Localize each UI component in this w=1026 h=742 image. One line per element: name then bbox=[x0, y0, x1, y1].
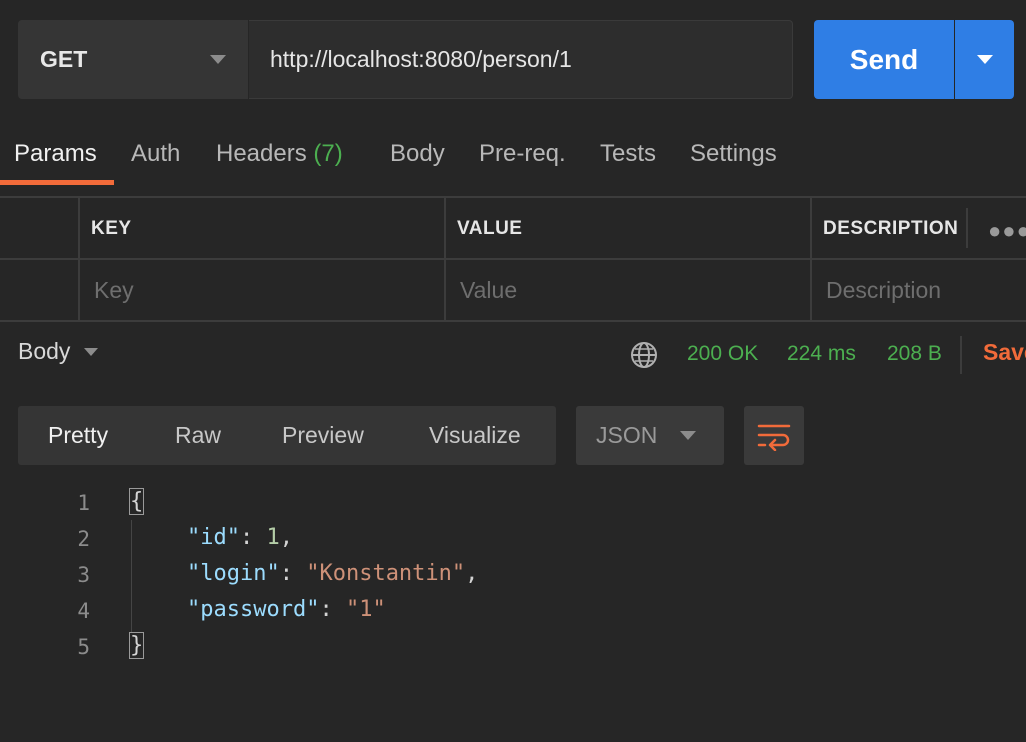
code-line-3[interactable]: "login": "Konstantin", bbox=[187, 561, 478, 586]
description-input[interactable]: Description bbox=[826, 277, 941, 304]
tab-pretty[interactable]: Pretty bbox=[48, 406, 108, 465]
view-mode-tabs: Pretty Raw Preview Visualize bbox=[18, 406, 556, 465]
response-body-dropdown[interactable]: Body bbox=[18, 338, 99, 365]
line-number: 1 bbox=[77, 491, 90, 515]
line-number: 5 bbox=[77, 635, 90, 659]
active-tab-indicator bbox=[0, 180, 114, 185]
status-code[interactable]: 200 OK bbox=[687, 342, 758, 366]
method-select[interactable]: GET bbox=[18, 20, 248, 99]
key-input[interactable]: Key bbox=[94, 277, 134, 304]
response-time[interactable]: 224 ms bbox=[787, 342, 856, 366]
code-line-1[interactable]: { bbox=[128, 488, 145, 515]
column-divider bbox=[810, 196, 812, 322]
response-size[interactable]: 208 B bbox=[887, 342, 942, 366]
format-label: JSON bbox=[596, 422, 658, 448]
chevron-down-icon bbox=[84, 347, 99, 356]
save-response-button[interactable]: Save bbox=[983, 339, 1026, 366]
headers-count-badge: (7) bbox=[313, 140, 343, 167]
toolbar-divider bbox=[960, 336, 962, 374]
column-header-value: VALUE bbox=[457, 218, 523, 239]
chevron-down-icon bbox=[976, 55, 993, 64]
close-brace: } bbox=[128, 632, 145, 659]
method-label: GET bbox=[40, 46, 88, 72]
column-divider bbox=[444, 196, 446, 322]
wrap-lines-icon bbox=[757, 424, 791, 451]
send-options-button[interactable] bbox=[955, 20, 1014, 99]
column-header-key: KEY bbox=[91, 218, 132, 239]
json-value: "Konstantin" bbox=[306, 561, 466, 586]
tab-prereq[interactable]: Pre-req. bbox=[479, 128, 566, 186]
line-number: 3 bbox=[77, 563, 90, 587]
column-divider bbox=[966, 208, 968, 248]
open-brace: { bbox=[128, 488, 145, 515]
code-line-4[interactable]: "password": "1" bbox=[187, 597, 386, 622]
table-divider bbox=[0, 258, 1026, 260]
tab-auth[interactable]: Auth bbox=[131, 128, 180, 186]
wrap-lines-button[interactable] bbox=[744, 406, 804, 465]
json-value: 1 bbox=[266, 525, 280, 550]
globe-icon[interactable] bbox=[629, 340, 659, 370]
json-value: "1" bbox=[345, 597, 386, 622]
format-select[interactable]: JSON bbox=[576, 406, 724, 465]
tab-headers-label: Headers bbox=[216, 140, 307, 167]
url-input[interactable]: http://localhost:8080/person/1 bbox=[249, 20, 793, 99]
line-number: 4 bbox=[77, 599, 90, 623]
value-input[interactable]: Value bbox=[460, 277, 517, 304]
chevron-down-icon bbox=[210, 55, 226, 64]
request-tabs: Params Auth Headers (7) Body Pre-req. Te… bbox=[0, 128, 1026, 186]
json-key: "id" bbox=[187, 525, 240, 550]
json-key: "login" bbox=[187, 561, 280, 586]
table-divider bbox=[0, 196, 1026, 198]
response-body-label: Body bbox=[18, 338, 71, 364]
tab-visualize[interactable]: Visualize bbox=[429, 406, 521, 465]
url-value: http://localhost:8080/person/1 bbox=[270, 46, 572, 72]
code-line-5[interactable]: } bbox=[128, 632, 145, 659]
tab-settings[interactable]: Settings bbox=[690, 128, 777, 186]
tab-tests[interactable]: Tests bbox=[600, 128, 656, 186]
chevron-down-icon bbox=[680, 431, 696, 440]
column-divider bbox=[78, 196, 80, 322]
column-header-description: DESCRIPTION bbox=[823, 218, 959, 239]
line-number: 2 bbox=[77, 527, 90, 551]
tab-headers[interactable]: Headers (7) bbox=[216, 128, 343, 186]
table-divider bbox=[0, 320, 1026, 322]
code-line-2[interactable]: "id": 1, bbox=[187, 525, 293, 550]
send-button[interactable]: Send bbox=[814, 20, 954, 99]
tab-raw[interactable]: Raw bbox=[175, 406, 221, 465]
tab-params[interactable]: Params bbox=[14, 128, 97, 186]
more-options-icon[interactable]: ●●● bbox=[988, 218, 1026, 244]
indent-guide bbox=[131, 520, 132, 632]
tab-body[interactable]: Body bbox=[390, 128, 445, 186]
json-key: "password" bbox=[187, 597, 320, 622]
tab-preview[interactable]: Preview bbox=[282, 406, 364, 465]
